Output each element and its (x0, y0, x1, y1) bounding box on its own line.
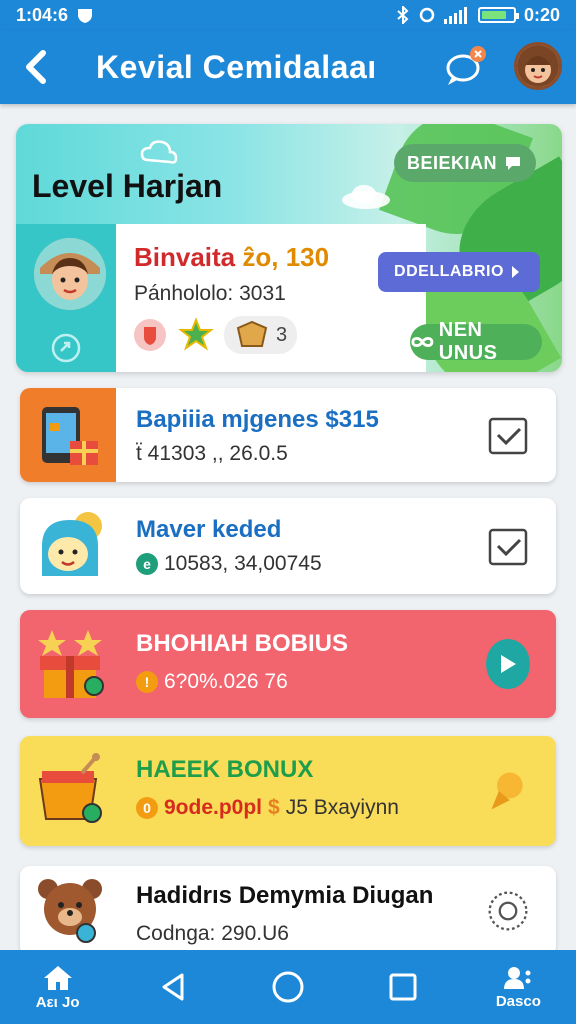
avatar-face-icon (517, 45, 559, 87)
level-card[interactable]: Level Harjan BEIEKIAN Binvaita ẑo, 130 P… (16, 124, 562, 372)
bluetooth-icon (397, 6, 409, 24)
ddellabrio-button[interactable]: DDELLABRIO (378, 252, 540, 292)
profile-icon (504, 966, 531, 989)
ddellabrio-label: DDELLABRIO (394, 263, 504, 280)
offer-row-3[interactable]: BHOHIAH BOBIUS ! 6?0%.026 76 (20, 610, 556, 718)
offer-row-4[interactable]: HAEEK BONUX 0 9ode.p0pl $ J5 Bxayiynn (20, 736, 556, 846)
treasure-icon (236, 320, 268, 347)
offer-subtitle: 0 9ode.p0pl $ J5 Bxayiynn (136, 796, 399, 820)
level-name-text: Binvaita (134, 242, 236, 272)
claim-button[interactable] (486, 413, 530, 457)
offer-subtitle: Codnga: 290.U6 (136, 922, 289, 945)
shield-status-icon (78, 9, 93, 23)
offer-title: Hadidrıs Demymia Diugan (136, 882, 434, 909)
dial-icon (488, 891, 528, 931)
chat-button[interactable] (442, 44, 488, 90)
play-circle (486, 639, 530, 689)
nav-home-circle[interactable] (248, 950, 328, 1024)
coin-icon: 0 (136, 797, 158, 819)
badge-count: 3 (276, 323, 288, 346)
battery-icon (477, 7, 519, 23)
offer-title: BHOHIAH BOBIUS (136, 630, 349, 657)
nav-profile[interactable]: Dasco (478, 950, 558, 1024)
clipboard-check-icon (488, 528, 528, 566)
coin-icon: e (136, 553, 158, 575)
back-button[interactable] (18, 49, 54, 85)
nen-unus-label: NEN UNUS (438, 319, 498, 364)
triangle-back-icon (162, 973, 184, 1001)
sync-icon (419, 7, 435, 23)
offer-subtitle-b: $ (268, 796, 280, 819)
offer-subtitle-a: 9ode.p0pl (164, 796, 263, 819)
offer-title: Maver keded (136, 516, 282, 543)
level-avatar (34, 238, 106, 310)
nav-profile-label: Dasco (495, 992, 541, 1010)
star-badge-icon (178, 317, 214, 351)
circle-home-icon (272, 971, 304, 1003)
status-time-right: 0:20 (523, 4, 560, 25)
nav-home-label: Aει Jo (35, 993, 80, 1011)
beiekian-label: BEIEKIAN (406, 152, 497, 173)
back-arrow-icon (26, 50, 46, 84)
beiekian-button[interactable]: BEIEKIAN (394, 144, 536, 182)
settings-button[interactable] (486, 889, 530, 933)
level-subtitle: Pánhololo: 3031 (134, 282, 286, 305)
offer-title: Bapiiia mjgenes $315 (136, 406, 379, 433)
nav-back[interactable] (133, 950, 213, 1024)
girl-avatar-icon (34, 238, 106, 310)
nav-home[interactable]: Aει Jo (18, 950, 98, 1024)
arrow-right-icon (511, 266, 519, 278)
status-bar: 1:04:6 0:20 (0, 0, 576, 30)
phone-gift-icon (42, 407, 98, 465)
chat-bubble-icon (446, 46, 486, 85)
cloud-icon (342, 185, 390, 209)
badges-row: 3 (132, 316, 298, 354)
offer-subtitle-text: 10583, 34,00745 (164, 552, 322, 575)
claim-button[interactable] (486, 524, 530, 568)
play-icon (501, 655, 516, 673)
bear-icon-panel (20, 866, 120, 956)
offer-row-1[interactable]: Bapiiia mjgenes $315 ẗ 41303 ,, 26.0.5 (20, 388, 556, 482)
square-recents-icon (389, 973, 417, 1001)
dessert-box-icon-panel (20, 736, 120, 846)
refresh-icon (51, 333, 81, 363)
user-avatar[interactable] (514, 42, 562, 90)
dessert-box-icon (38, 753, 102, 823)
offer-subtitle: ! 6?0%.026 76 (136, 670, 288, 694)
level-name: Binvaita ẑo, 130 (134, 242, 329, 273)
phone-gift-icon-panel (20, 388, 116, 482)
gift-box-icon (38, 630, 104, 698)
offer-subtitle-c: J5 Bxayiynn (285, 796, 399, 819)
bear-icon (38, 879, 102, 943)
offer-subtitle-text: 6?0%.026 76 (164, 670, 288, 693)
cloud-icon (140, 140, 178, 164)
level-title: Level Harjan (32, 168, 223, 204)
treasure-badge: 3 (224, 316, 298, 354)
nav-recents[interactable] (363, 950, 443, 1024)
shield-badge-icon (134, 319, 166, 351)
ice-cream-icon (491, 772, 523, 810)
bottom-nav: Aει Jo Dasco (0, 950, 576, 1024)
character-icon (42, 512, 102, 576)
chat-small-icon (506, 157, 520, 170)
signal-icon (443, 7, 467, 24)
offer-row-5[interactable]: Hadidrıs Demymia Diugan Codnga: 290.U6 (20, 866, 556, 956)
level-name-number: ẑo, 130 (242, 242, 330, 272)
play-button[interactable] (486, 639, 530, 689)
status-time-left: 1:04:6 (16, 4, 69, 25)
offer-title: HAEEK BONUX (136, 756, 314, 783)
character-icon-panel (20, 498, 120, 594)
nen-unus-button[interactable]: NEN UNUS (410, 319, 542, 364)
page-title: Kevial Cemidalaaı (96, 48, 377, 85)
clipboard-check-icon (488, 417, 528, 455)
offer-row-2[interactable]: Maver keded e 10583, 34,00745 (20, 498, 556, 594)
home-icon (43, 965, 72, 990)
offer-subtitle: e 10583, 34,00745 (136, 552, 322, 576)
coin-icon: ! (136, 671, 158, 693)
app-bar: Kevial Cemidalaaı (0, 30, 576, 104)
ice-cream-button[interactable] (486, 769, 530, 813)
offer-subtitle: ẗ 41303 ,, 26.0.5 (136, 442, 288, 465)
gift-box-icon-panel (20, 610, 120, 718)
infinity-icon (411, 337, 434, 347)
